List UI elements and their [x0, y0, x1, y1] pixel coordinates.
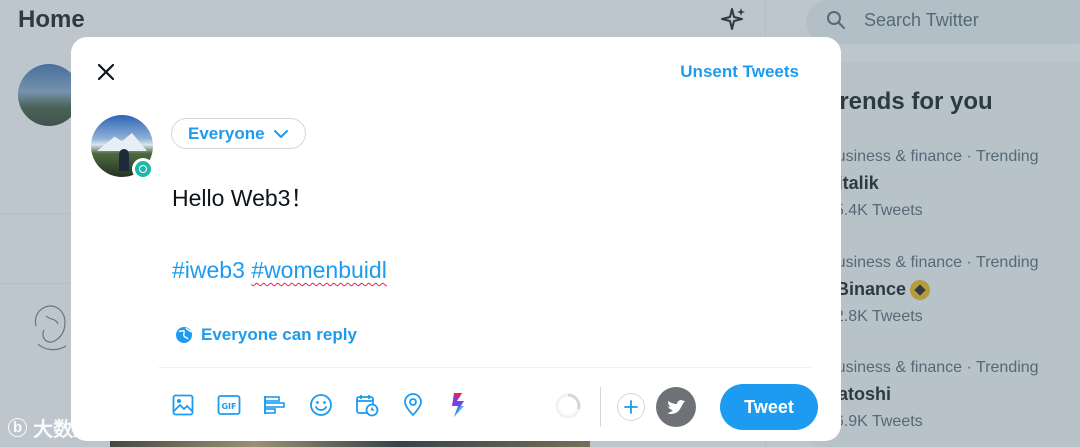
- tweet-text[interactable]: Hello Web3！: [172, 180, 313, 216]
- globe-icon: [176, 327, 192, 343]
- poll-icon: [264, 396, 285, 414]
- hashtag: #womenbuidl: [251, 257, 387, 283]
- location-icon: [404, 393, 422, 417]
- gif-icon: GIF: [217, 395, 241, 415]
- close-button[interactable]: [89, 55, 123, 89]
- extension-button[interactable]: [447, 393, 471, 417]
- tweet-button[interactable]: Tweet: [720, 384, 818, 430]
- gif-button[interactable]: GIF: [217, 393, 241, 417]
- verified-badge-icon: [132, 158, 154, 180]
- emoji-button[interactable]: [309, 393, 333, 417]
- reply-setting-button[interactable]: Everyone can reply: [175, 325, 357, 345]
- watermark-text: 大数跨境: [33, 419, 114, 441]
- add-tweet-button[interactable]: [617, 393, 645, 421]
- bird-icon: [667, 400, 685, 414]
- watermark: b 大数跨境: [8, 413, 113, 442]
- compose-toolbar: GIF: [171, 393, 471, 417]
- audience-selector[interactable]: Everyone: [171, 118, 306, 149]
- unsent-tweets-link[interactable]: Unsent Tweets: [680, 62, 799, 82]
- divider: [158, 367, 811, 368]
- tweet-hashtags[interactable]: #iweb3 #womenbuidl: [172, 254, 387, 286]
- schedule-icon: [356, 395, 379, 417]
- character-count-progress: [555, 393, 581, 419]
- audience-label: Everyone: [188, 123, 265, 143]
- plus-icon: [624, 400, 638, 414]
- image-button[interactable]: [171, 393, 195, 417]
- watermark-logo: b: [8, 418, 28, 437]
- close-icon: [97, 63, 115, 81]
- schedule-button[interactable]: [355, 393, 379, 417]
- emoji-icon: [310, 394, 332, 416]
- bird-avatar[interactable]: [656, 387, 696, 427]
- person-icon: [119, 149, 129, 171]
- extension-icon: [452, 393, 464, 417]
- compose-tweet-modal: Unsent Tweets Everyone Hello Web3！ #iweb…: [71, 37, 841, 441]
- location-button[interactable]: [401, 393, 425, 417]
- image-icon: [172, 394, 194, 416]
- reply-setting-label: Everyone can reply: [201, 325, 357, 344]
- svg-text:GIF: GIF: [221, 402, 236, 411]
- poll-button[interactable]: [263, 393, 287, 417]
- toolbar-separator: [600, 387, 601, 427]
- chevron-down-icon: [273, 129, 288, 138]
- hashtag: #iweb3: [172, 257, 245, 283]
